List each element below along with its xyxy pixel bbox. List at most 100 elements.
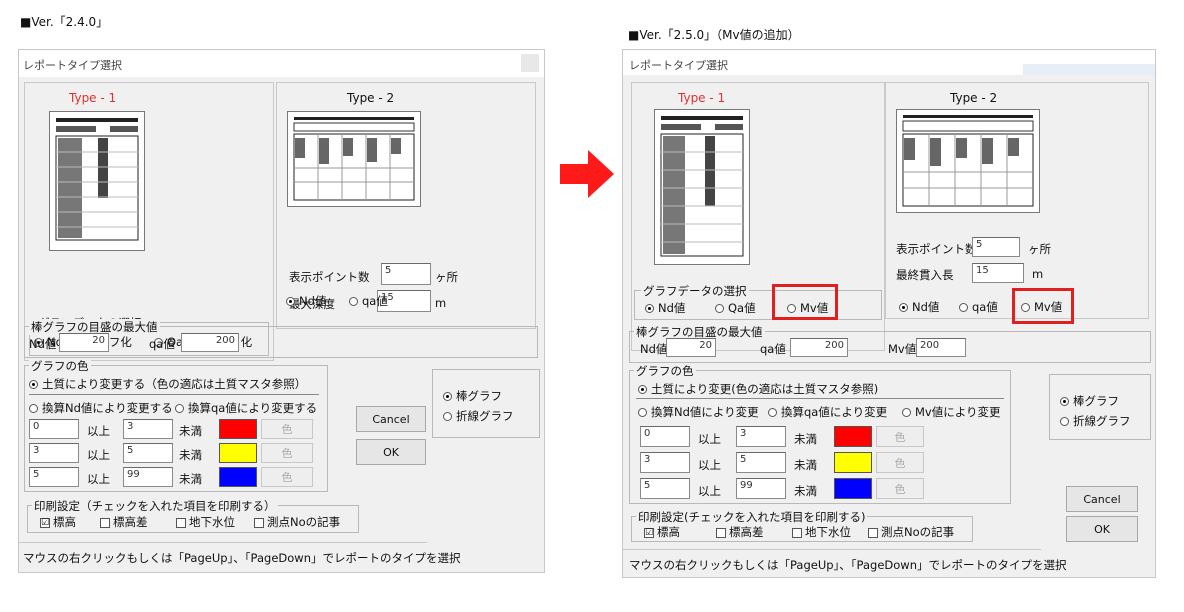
color-button[interactable]: 色 <box>876 478 924 499</box>
type1-label: Type - 1 <box>678 91 726 105</box>
radio-line-chart[interactable]: 折線グラフ <box>443 408 514 424</box>
radio-type2-qa[interactable]: qa値 <box>959 299 998 315</box>
checkbox-checked: ☑ <box>40 517 50 528</box>
ijou-label: 以上 <box>87 472 110 486</box>
radio-label: Nd値 <box>658 301 686 315</box>
title-bar: レポートタイプ選択 <box>19 50 544 77</box>
depth-unit: m <box>435 296 447 310</box>
radio-label: 棒グラフ <box>1073 394 1119 408</box>
range-to-input[interactable]: 99 <box>736 478 786 499</box>
points-unit: ヶ所 <box>1028 242 1051 256</box>
window-title: レポートタイプ選択 <box>629 59 728 72</box>
highlight-box-mv-type2 <box>1012 288 1074 324</box>
radio-dot <box>29 380 38 389</box>
radio-color-qa[interactable]: 換算qa値により変更 <box>768 404 887 420</box>
range-from-input[interactable]: 0 <box>640 426 690 447</box>
ok-button[interactable]: OK <box>1066 516 1138 542</box>
cancel-button[interactable]: Cancel <box>356 406 426 432</box>
miman-label: 未満 <box>794 484 817 498</box>
radio-bar-chart[interactable]: 棒グラフ <box>1060 393 1119 409</box>
radio-dot <box>645 304 654 313</box>
range-to-input[interactable]: 3 <box>736 426 786 447</box>
print-item-elevation[interactable]: ☑ 標高 <box>40 514 76 530</box>
mv-max-input[interactable]: 200 <box>916 338 966 357</box>
print-item-groundwater[interactable]: 地下水位 <box>176 514 235 530</box>
ijou-label: 以上 <box>87 424 110 438</box>
color-swatch-red <box>219 419 257 439</box>
type1-preview <box>49 111 145 251</box>
radio-color-nd[interactable]: 換算Nd値により変更 <box>638 404 759 420</box>
radio-nd-graph[interactable]: Nd値 <box>645 300 685 316</box>
print-item-groundwater[interactable]: 地下水位 <box>792 524 851 540</box>
print-item-point-note[interactable]: 測点Noの記事 <box>254 514 340 530</box>
radio-color-soil[interactable]: 土質により変更(色の適応は土質マスタ参照) <box>638 381 878 397</box>
radio-dot <box>175 404 184 413</box>
highlight-box-mv-graph <box>772 284 838 320</box>
checkbox-label: 測点Noの記事 <box>881 525 955 539</box>
radio-label: 土質により変更する（色の適応は土質マスタ参照） <box>42 377 307 391</box>
title-bar: レポートタイプ選択 <box>623 50 1155 75</box>
checkbox-checked: ☑ <box>644 527 654 538</box>
print-item-elevation-diff[interactable]: 標高差 <box>100 514 148 530</box>
qa-max-input[interactable]: 200 <box>790 338 848 357</box>
radio-label: 棒グラフ <box>456 389 502 403</box>
miman-label: 未満 <box>179 424 202 438</box>
range-from-input[interactable]: 3 <box>29 443 79 463</box>
checkbox <box>254 517 264 528</box>
range-from-input[interactable]: 0 <box>29 419 79 439</box>
depth-input[interactable]: 15 <box>972 263 1024 283</box>
color-button[interactable]: 色 <box>261 419 313 439</box>
radio-dot <box>286 297 295 306</box>
color-swatch-blue <box>219 467 257 487</box>
range-from-input[interactable]: 5 <box>29 467 79 487</box>
range-from-input[interactable]: 5 <box>640 478 690 499</box>
range-to-input[interactable]: 5 <box>736 452 786 473</box>
print-settings-group: 印刷設定(チェックを入れた項目を印刷する) ☑ 標高 標高差 地下水位 測点Noの… <box>631 509 973 542</box>
ijou-label: 以上 <box>698 432 721 446</box>
nd-max-input[interactable]: 20 <box>666 338 716 357</box>
nd-max-input[interactable]: 20 <box>59 333 109 352</box>
radio-line-chart[interactable]: 折線グラフ <box>1060 413 1131 429</box>
color-button[interactable]: 色 <box>261 443 313 463</box>
ok-button[interactable]: OK <box>356 439 426 465</box>
radio-color-qa[interactable]: 換算qa値により変更する <box>175 400 317 416</box>
radio-dot <box>638 385 647 394</box>
color-button[interactable]: 色 <box>876 426 924 447</box>
radio-label: Qa値 <box>728 301 756 315</box>
type2-preview <box>896 109 1040 213</box>
range-from-input[interactable]: 3 <box>640 452 690 473</box>
type2-panel[interactable]: Type - 2 表示ポイント数 5 ヶ所 最大深度 15 m <box>276 82 536 329</box>
type1-label: Type - 1 <box>69 91 117 105</box>
version-label-left: ■Ver.「2.4.0」 <box>20 15 109 29</box>
checkbox-label: 標高 <box>53 515 76 529</box>
cancel-button[interactable]: Cancel <box>1066 486 1138 512</box>
radio-type2-nd[interactable]: Nd値 <box>899 299 939 315</box>
radio-type2-nd[interactable]: Nd値 <box>286 293 326 309</box>
close-button[interactable] <box>521 54 539 72</box>
points-input[interactable]: 5 <box>381 263 431 285</box>
print-item-elevation[interactable]: ☑ 標高 <box>644 524 680 540</box>
radio-color-nd[interactable]: 換算Nd値により変更する <box>29 400 173 416</box>
type2-panel[interactable]: Type - 2 表示ポイント数 5 ヶ所 最終貫入長 15 m <box>885 82 1149 319</box>
radio-label: 折線グラフ <box>456 409 514 423</box>
radio-color-soil[interactable]: 土質により変更する（色の適応は土質マスタ参照） <box>29 376 306 392</box>
qa-max-input[interactable]: 200 <box>181 333 239 352</box>
radio-dot <box>349 297 358 306</box>
type2-label: Type - 2 <box>347 91 395 105</box>
color-button[interactable]: 色 <box>876 452 924 473</box>
print-item-elevation-diff[interactable]: 標高差 <box>716 524 764 540</box>
depth-unit: m <box>1032 267 1044 281</box>
range-to-input[interactable]: 5 <box>123 443 173 463</box>
points-input[interactable]: 5 <box>972 237 1020 257</box>
radio-bar-chart[interactable]: 棒グラフ <box>443 388 502 404</box>
color-button[interactable]: 色 <box>261 467 313 487</box>
range-to-input[interactable]: 99 <box>123 467 173 487</box>
radio-type2-qa[interactable]: qa値 <box>349 293 388 309</box>
color-swatch-red <box>834 426 872 447</box>
print-item-point-note[interactable]: 測点Noの記事 <box>868 524 954 540</box>
type1-panel[interactable]: Type - 1 グラフデータの選択 Nd値 Qa値 Mv値 <box>631 82 885 351</box>
radio-color-mv[interactable]: Mv値により変更 <box>902 404 1001 420</box>
radio-qa-graph[interactable]: Qa値 <box>715 300 756 316</box>
range-to-input[interactable]: 3 <box>123 419 173 439</box>
radio-label: Nd値 <box>299 294 327 308</box>
